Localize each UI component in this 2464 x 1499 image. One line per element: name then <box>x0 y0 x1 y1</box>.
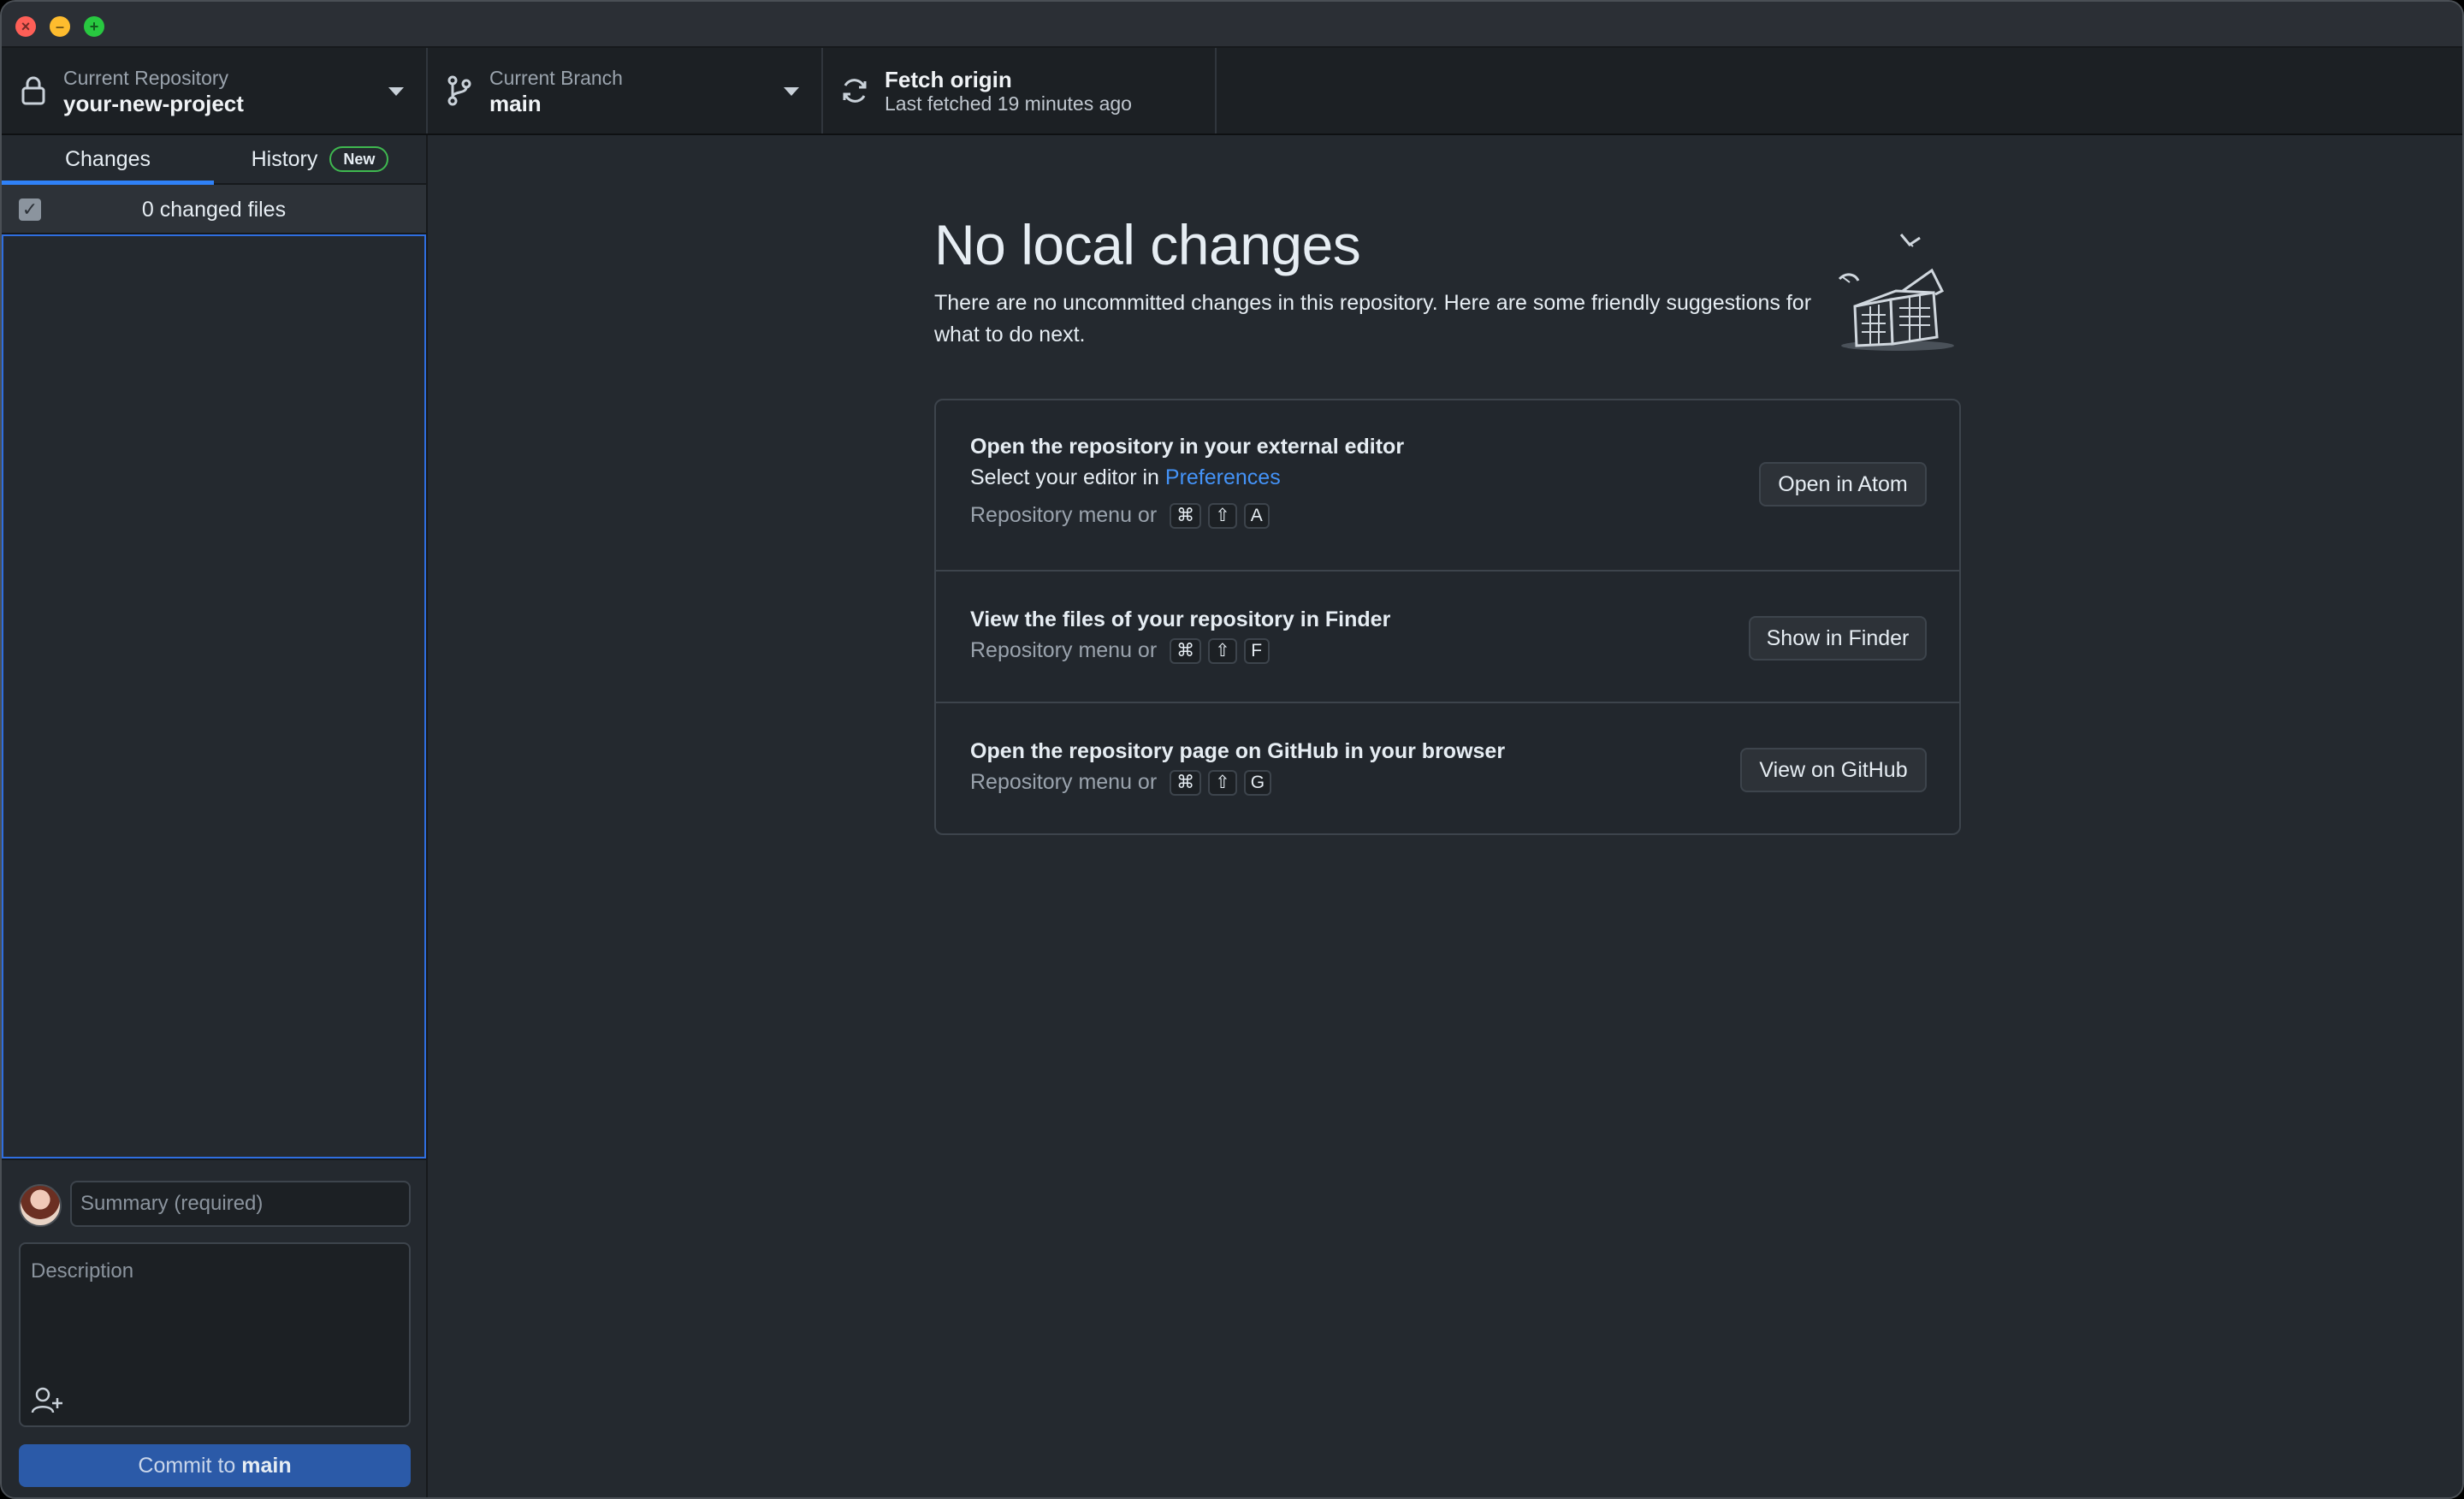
suggestion-shortcut: Repository menu or ⌘ ⇧ A <box>970 503 1270 529</box>
letter-key: F <box>1243 638 1270 664</box>
suggestion-view-github: Open the repository page on GitHub in yo… <box>936 703 1959 833</box>
preferences-link[interactable]: Preferences <box>1165 465 1281 489</box>
current-branch-label: Current Branch <box>489 67 623 89</box>
current-branch-value: main <box>489 91 542 116</box>
main-content: No local changes There are no uncommitte… <box>428 135 2462 1497</box>
changed-files-count: 0 changed files <box>141 198 287 222</box>
suggestion-title: Open the repository page on GitHub in yo… <box>970 739 1506 763</box>
current-branch-button[interactable]: Current Branch main <box>428 48 823 133</box>
shortcut-hint: Repository menu or <box>970 638 1158 662</box>
shortcut-hint: Repository menu or <box>970 770 1158 794</box>
fetch-origin-button[interactable]: Fetch origin Last fetched 19 minutes ago <box>823 48 1217 133</box>
current-repository-button[interactable]: Current Repository your-new-project <box>2 48 428 133</box>
window-minimize-button[interactable]: – <box>50 16 70 37</box>
suggestion-subtitle-text: Select your editor in <box>970 465 1159 489</box>
chevron-down-icon <box>388 87 404 96</box>
tab-history-label: History <box>251 147 318 171</box>
suggestion-shortcut: Repository menu or ⌘ ⇧ G <box>970 770 1272 796</box>
commit-panel: Summary (required) Description Commit to… <box>2 1158 426 1497</box>
tab-history[interactable]: History New <box>214 135 426 185</box>
select-all-checkbox[interactable]: ✓ <box>19 198 41 221</box>
suggestions-card: Open the repository in your external edi… <box>934 399 1961 835</box>
intro-text: There are no uncommitted changes in this… <box>934 291 1812 347</box>
tab-changes-label: Changes <box>64 147 151 171</box>
add-coauthor-icon[interactable] <box>31 1386 65 1415</box>
commit-button-branch: main <box>241 1454 292 1478</box>
changed-files-list[interactable] <box>2 234 426 1158</box>
lock-icon <box>21 76 45 105</box>
sidebar-tabs: Changes History New <box>2 135 426 185</box>
command-key: ⌘ <box>1170 503 1202 529</box>
title-bar: × – + <box>2 2 2462 48</box>
maximize-icon: + <box>89 18 99 35</box>
show-in-finder-button[interactable]: Show in Finder <box>1749 616 1927 661</box>
close-icon: × <box>21 18 31 35</box>
commit-button[interactable]: Commit to main <box>19 1444 411 1487</box>
fetch-status: Last fetched 19 minutes ago <box>885 92 1132 115</box>
app-window: × – + Current Repository your-new-projec… <box>0 0 2464 1499</box>
suggestion-title: Open the repository in your external edi… <box>970 435 1405 459</box>
command-key: ⌘ <box>1170 638 1202 664</box>
shift-key: ⇧ <box>1208 503 1237 529</box>
empty-state-illustration <box>1838 234 1954 351</box>
current-repository-label: Current Repository <box>63 67 229 89</box>
description-placeholder: Description <box>31 1259 134 1283</box>
shortcut-hint: Repository menu or <box>970 503 1158 527</box>
git-branch-icon <box>447 75 471 106</box>
shift-key: ⇧ <box>1208 638 1237 664</box>
view-on-github-button[interactable]: View on GitHub <box>1740 748 1927 792</box>
suggestion-shortcut: Repository menu or ⌘ ⇧ F <box>970 638 1270 664</box>
summary-input[interactable]: Summary (required) <box>70 1181 411 1227</box>
shift-key: ⇧ <box>1208 770 1237 796</box>
suggestion-title: View the files of your repository in Fin… <box>970 607 1391 631</box>
minimize-icon: – <box>55 18 64 35</box>
chevron-down-icon <box>784 87 799 96</box>
description-textarea[interactable]: Description <box>19 1242 411 1427</box>
toolbar: Current Repository your-new-project Curr… <box>2 48 2462 135</box>
new-badge: New <box>329 146 389 172</box>
open-in-atom-button[interactable]: Open in Atom <box>1759 462 1927 507</box>
current-repository-value: your-new-project <box>63 91 244 116</box>
fetch-origin-label: Fetch origin <box>885 67 1012 92</box>
suggestion-show-finder: View the files of your repository in Fin… <box>936 572 1959 703</box>
summary-placeholder: Summary (required) <box>80 1192 264 1215</box>
checkmark-icon: ✓ <box>21 198 38 220</box>
suggestion-subtitle: Select your editor in Preferences <box>970 465 1281 490</box>
tab-changes[interactable]: Changes <box>2 135 214 185</box>
sidebar: Changes History New 0 changed files ✓ Sum… <box>2 135 428 1497</box>
changed-files-header: 0 changed files ✓ <box>2 185 426 234</box>
window-maximize-button[interactable]: + <box>84 16 104 37</box>
sync-icon <box>843 79 867 103</box>
commit-button-prefix: Commit to <box>138 1454 236 1478</box>
command-key: ⌘ <box>1170 770 1202 796</box>
avatar <box>19 1184 62 1227</box>
suggestion-open-editor: Open the repository in your external edi… <box>936 400 1959 572</box>
letter-key: G <box>1243 770 1272 796</box>
window-close-button[interactable]: × <box>15 16 36 37</box>
page-title: No local changes <box>934 213 1361 276</box>
letter-key: A <box>1243 503 1270 529</box>
